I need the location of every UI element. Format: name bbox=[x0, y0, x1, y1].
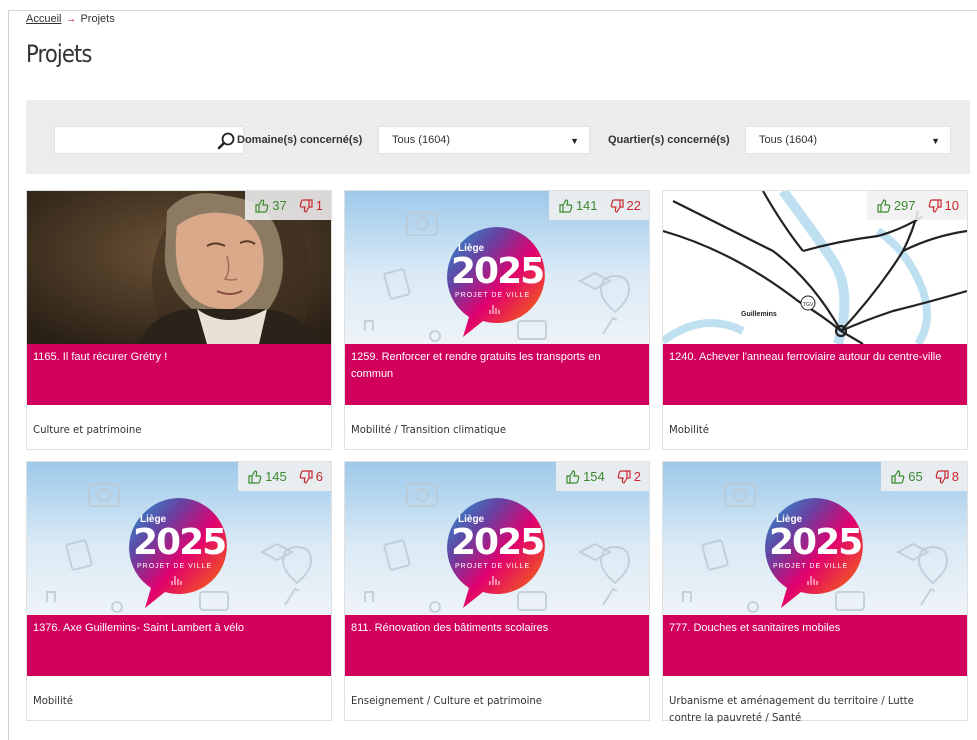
thumbs-down-icon bbox=[299, 469, 313, 484]
downvote-count: 1 bbox=[315, 198, 323, 213]
project-card[interactable]: Liège 2025 PROJET DE VILLE 65 8 777. Dou… bbox=[662, 461, 968, 724]
thumbs-down-icon bbox=[299, 198, 313, 213]
breadcrumb-arrow-icon: → bbox=[65, 13, 77, 25]
thumbs-up-icon bbox=[559, 198, 573, 213]
project-image[interactable]: TGV Guillemins · · · 297 10 bbox=[663, 191, 967, 344]
vote-box: 145 6 bbox=[238, 462, 331, 491]
project-card[interactable]: TGV Guillemins · · · 297 10 1240. Achever … bbox=[662, 190, 968, 450]
chevron-down-icon: ▼ bbox=[570, 136, 579, 146]
project-image[interactable]: Liège 2025 PROJET DE VILLE 65 8 bbox=[663, 462, 967, 615]
upvote-count: 297 bbox=[893, 198, 916, 213]
chevron-down-icon: ▼ bbox=[931, 136, 940, 146]
upvote-button[interactable]: 297 bbox=[877, 198, 916, 213]
district-select[interactable]: Tous (1604) ▼ bbox=[745, 126, 951, 154]
logo-text-tagline: PROJET DE VILLE bbox=[137, 563, 212, 570]
logo-text-year: 2025 bbox=[133, 522, 225, 563]
upvote-count: 154 bbox=[583, 469, 605, 484]
thumbs-down-icon bbox=[928, 198, 942, 213]
project-domain: Culture et patrimoine bbox=[33, 423, 142, 436]
project-image[interactable]: Liège 2025 PROJET DE VILLE 141 22 bbox=[345, 191, 649, 344]
district-filter-label: Quartier(s) concerné(s) bbox=[608, 134, 730, 146]
project-card[interactable]: Liège 2025 PROJET DE VILLE 145 6 1376. A… bbox=[26, 461, 332, 721]
frame-border-top bbox=[8, 10, 977, 11]
project-title[interactable]: 777. Douches et sanitaires mobiles bbox=[663, 615, 967, 676]
project-title[interactable]: 811. Rénovation des bâtiments scolaires bbox=[345, 615, 649, 676]
logo-text-year: 2025 bbox=[451, 251, 543, 292]
vote-box: 37 1 bbox=[245, 191, 331, 220]
thumbs-up-icon bbox=[891, 469, 905, 484]
upvote-count: 145 bbox=[265, 469, 287, 484]
svg-text:·: · bbox=[843, 247, 844, 252]
downvote-button[interactable]: 10 bbox=[928, 198, 959, 213]
downvote-button[interactable]: 2 bbox=[617, 469, 641, 484]
vote-box: 65 8 bbox=[881, 462, 967, 491]
vote-box: 154 2 bbox=[556, 462, 649, 491]
thumbs-up-icon bbox=[248, 469, 262, 484]
breadcrumb-home-link[interactable]: Accueil bbox=[26, 13, 61, 25]
downvote-button[interactable]: 8 bbox=[935, 469, 959, 484]
search-icon[interactable] bbox=[216, 131, 236, 151]
logo-text-tagline: PROJET DE VILLE bbox=[455, 292, 530, 299]
vote-box: 141 22 bbox=[548, 191, 649, 220]
frame-border-left bbox=[8, 10, 9, 740]
vote-box: 297 10 bbox=[866, 191, 967, 220]
project-title[interactable]: 1376. Axe Guillemins- Saint Lambert à vé… bbox=[27, 615, 331, 676]
filter-bar: Domaine(s) concerné(s) Tous (1604) ▼ Qua… bbox=[26, 100, 970, 174]
project-card[interactable]: Liège 2025 PROJET DE VILLE 141 22 1259. … bbox=[344, 190, 650, 450]
domain-filter-label: Domaine(s) concerné(s) bbox=[237, 134, 363, 146]
project-title[interactable]: 1165. Il faut récurer Grétry ! bbox=[27, 344, 331, 405]
map-label-tgv: TGV bbox=[803, 302, 814, 308]
breadcrumb: Accueil → Projets bbox=[26, 13, 115, 25]
upvote-count: 65 bbox=[908, 469, 923, 484]
downvote-count: 6 bbox=[315, 469, 323, 484]
logo-text-year: 2025 bbox=[769, 522, 861, 563]
upvote-button[interactable]: 37 bbox=[255, 198, 287, 213]
thumbs-up-icon bbox=[877, 198, 891, 213]
project-image[interactable]: Liège 2025 PROJET DE VILLE 145 6 bbox=[27, 462, 331, 615]
thumbs-down-icon bbox=[617, 469, 631, 484]
logo-text-tagline: PROJET DE VILLE bbox=[773, 563, 848, 570]
downvote-count: 8 bbox=[951, 469, 959, 484]
district-select-value: Tous (1604) bbox=[759, 134, 818, 146]
project-title[interactable]: 1259. Renforcer et rendre gratuits les t… bbox=[345, 344, 649, 405]
logo-text-year: 2025 bbox=[451, 522, 543, 563]
upvote-button[interactable]: 145 bbox=[248, 469, 287, 484]
project-domain: Mobilité bbox=[33, 694, 73, 707]
downvote-count: 22 bbox=[626, 198, 641, 213]
thumbs-down-icon bbox=[610, 198, 624, 213]
project-image[interactable]: 37 1 bbox=[27, 191, 331, 344]
project-domain: Enseignement / Culture et patrimoine bbox=[351, 694, 543, 707]
downvote-count: 10 bbox=[944, 198, 959, 213]
breadcrumb-current: Projets bbox=[80, 13, 115, 25]
downvote-count: 2 bbox=[633, 469, 641, 484]
thumbs-up-icon bbox=[255, 198, 269, 213]
map-label-guillemins: Guillemins bbox=[741, 311, 777, 318]
project-card[interactable]: Liège 2025 PROJET DE VILLE 154 2 811. Ré… bbox=[344, 461, 650, 721]
project-domain: Mobilité bbox=[669, 423, 709, 436]
upvote-button[interactable]: 141 bbox=[559, 198, 598, 213]
svg-text:·: · bbox=[793, 227, 794, 232]
page-title: Projets bbox=[26, 40, 92, 68]
project-title[interactable]: 1240. Achever l'anneau ferroviaire autou… bbox=[663, 344, 967, 405]
upvote-button[interactable]: 65 bbox=[891, 469, 923, 484]
domain-select[interactable]: Tous (1604) ▼ bbox=[378, 126, 590, 154]
downvote-button[interactable]: 1 bbox=[299, 198, 323, 213]
downvote-button[interactable]: 6 bbox=[299, 469, 323, 484]
logo-text-tagline: PROJET DE VILLE bbox=[455, 563, 530, 570]
project-image[interactable]: Liège 2025 PROJET DE VILLE 154 2 bbox=[345, 462, 649, 615]
project-card[interactable]: 37 1 1165. Il faut récurer Grétry ! Cult… bbox=[26, 190, 332, 450]
upvote-count: 141 bbox=[575, 198, 598, 213]
upvote-count: 37 bbox=[272, 198, 287, 213]
search-input[interactable] bbox=[54, 126, 244, 154]
svg-text:·: · bbox=[723, 217, 724, 222]
project-domain: Urbanisme et aménagement du territoire /… bbox=[669, 694, 914, 724]
thumbs-up-icon bbox=[566, 469, 580, 484]
downvote-button[interactable]: 22 bbox=[610, 198, 641, 213]
upvote-button[interactable]: 154 bbox=[566, 469, 605, 484]
domain-select-value: Tous (1604) bbox=[392, 134, 451, 146]
thumbs-down-icon bbox=[935, 469, 949, 484]
project-domain: Mobilité / Transition climatique bbox=[351, 423, 507, 436]
